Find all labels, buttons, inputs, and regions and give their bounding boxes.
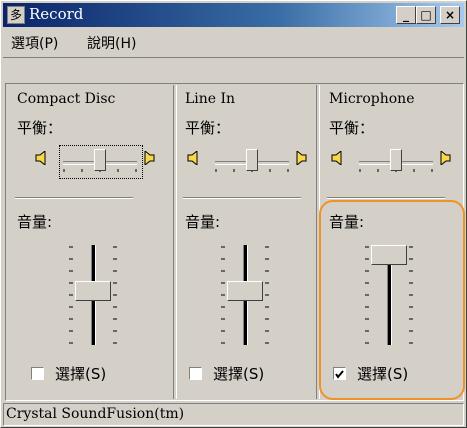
volume-ticks-right: [265, 246, 269, 344]
volume-thumb[interactable]: [75, 281, 111, 301]
close-button[interactable]: ×: [440, 6, 460, 24]
status-bar: Crystal SoundFusion(tm): [3, 403, 464, 426]
microphone-highlight: [319, 200, 465, 400]
balance-slider[interactable]: [209, 145, 295, 175]
volume-ticks-left: [221, 246, 225, 344]
divider: [183, 197, 301, 199]
balance-label: 平衡：: [17, 119, 63, 137]
select-checkbox[interactable]: [31, 367, 44, 380]
volume-label: 音量:: [185, 213, 221, 231]
window-title: Record: [29, 5, 84, 23]
channel-name: Microphone: [329, 91, 415, 107]
volume-ticks-right: [113, 246, 117, 344]
speaker-left-icon: [35, 151, 46, 165]
speaker-left-icon: [187, 151, 198, 165]
maximize-button[interactable]: □: [416, 6, 436, 24]
balance-slider[interactable]: [57, 145, 143, 175]
select-label[interactable]: 選擇(S): [213, 363, 264, 384]
divider: [15, 197, 133, 199]
channel-name: Line In: [185, 91, 236, 107]
volume-slider[interactable]: [69, 245, 117, 345]
channel-compact-disc: Compact Disc 平衡： 音量: 選擇(S): [7, 85, 155, 399]
balance-thumb[interactable]: [246, 149, 258, 171]
balance-label: 平衡：: [329, 119, 375, 137]
menu-bar: 選項(P) 說明(H): [3, 29, 464, 58]
speaker-right-icon: [296, 151, 307, 165]
record-window: 多 Record _ □ × 選項(P) 說明(H) Compact Disc …: [0, 0, 467, 428]
volume-ticks-left: [69, 246, 73, 344]
channel-line-in: Line In 平衡： 音量: 選擇(S): [175, 85, 320, 399]
select-label[interactable]: 選擇(S): [55, 363, 106, 384]
balance-slider[interactable]: [353, 145, 439, 175]
balance-label: 平衡：: [185, 119, 231, 137]
balance-thumb[interactable]: [94, 149, 106, 171]
divider: [327, 197, 445, 199]
select-checkbox[interactable]: [189, 367, 202, 380]
speaker-left-icon: [331, 151, 342, 165]
menu-options[interactable]: 選項(P): [11, 33, 58, 53]
status-text: Crystal SoundFusion(tm): [6, 406, 185, 422]
volume-label: 音量:: [17, 213, 53, 231]
app-icon[interactable]: 多: [7, 6, 25, 24]
speaker-right-icon: [440, 151, 451, 165]
balance-thumb[interactable]: [390, 149, 402, 171]
channel-name: Compact Disc: [17, 91, 116, 107]
title-bar[interactable]: 多 Record _ □ ×: [3, 3, 464, 27]
menu-help[interactable]: 說明(H): [87, 33, 136, 53]
volume-slider[interactable]: [221, 245, 269, 345]
minimize-button[interactable]: _: [396, 6, 416, 24]
volume-thumb[interactable]: [227, 281, 263, 301]
speaker-right-icon: [144, 151, 155, 165]
